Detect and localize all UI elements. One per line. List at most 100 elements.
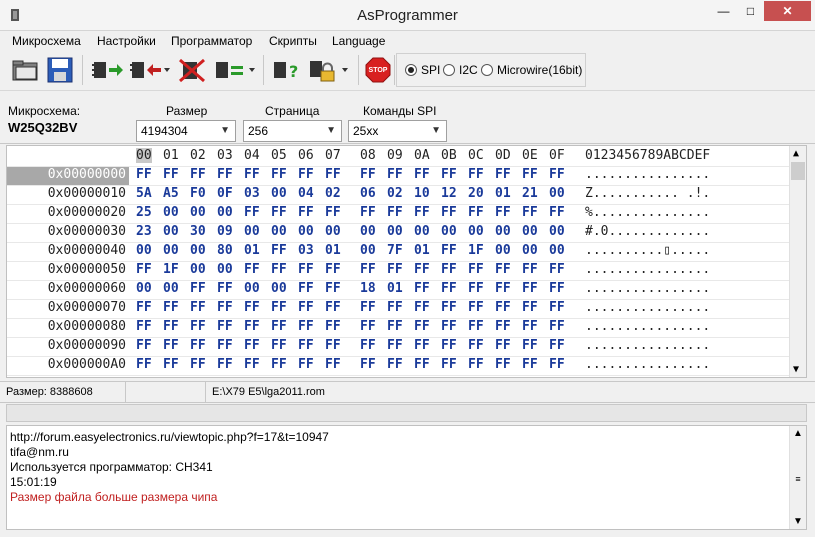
- hex-byte[interactable]: FF: [190, 300, 206, 315]
- hex-byte[interactable]: FF: [387, 300, 403, 315]
- hex-byte[interactable]: FF: [468, 167, 484, 182]
- hex-byte[interactable]: 09: [217, 224, 233, 239]
- ascii-value[interactable]: Z........... .!.: [585, 186, 710, 201]
- hex-byte[interactable]: FF: [360, 357, 376, 372]
- hex-byte[interactable]: FF: [298, 262, 314, 277]
- hex-byte[interactable]: FF: [549, 167, 565, 182]
- hex-byte[interactable]: FF: [495, 281, 511, 296]
- hex-byte[interactable]: 7F: [387, 243, 403, 258]
- hex-byte[interactable]: 01: [244, 243, 260, 258]
- hex-byte[interactable]: FF: [495, 205, 511, 220]
- hex-byte[interactable]: FF: [298, 376, 314, 377]
- hex-byte[interactable]: FF: [441, 243, 457, 258]
- minimize-button[interactable]: —: [710, 1, 737, 21]
- hex-byte[interactable]: 00: [271, 281, 287, 296]
- hex-byte[interactable]: 00: [163, 205, 179, 220]
- menu-programmer[interactable]: Программатор: [171, 34, 252, 48]
- hex-byte[interactable]: FF: [549, 376, 565, 377]
- hex-byte[interactable]: 00: [522, 243, 538, 258]
- hex-byte[interactable]: FF: [190, 376, 206, 377]
- hex-byte[interactable]: 00: [163, 243, 179, 258]
- hex-byte[interactable]: FF: [387, 262, 403, 277]
- hex-byte[interactable]: FF: [495, 376, 511, 377]
- hex-byte[interactable]: FF: [271, 357, 287, 372]
- hex-byte[interactable]: FF: [549, 300, 565, 315]
- hex-byte[interactable]: 00: [217, 262, 233, 277]
- hex-byte[interactable]: 10: [414, 186, 430, 201]
- hex-byte[interactable]: FF: [190, 281, 206, 296]
- hex-byte[interactable]: FF: [522, 262, 538, 277]
- hex-byte[interactable]: FF: [271, 167, 287, 182]
- ascii-value[interactable]: ................: [585, 357, 710, 372]
- hex-byte[interactable]: FF: [217, 281, 233, 296]
- hex-byte[interactable]: 00: [495, 224, 511, 239]
- write-chip-button[interactable]: [128, 55, 172, 85]
- protect-chip-button[interactable]: [306, 55, 352, 85]
- hex-byte[interactable]: FF: [441, 319, 457, 334]
- hex-byte[interactable]: FF: [522, 281, 538, 296]
- ascii-value[interactable]: ................: [585, 338, 710, 353]
- hex-byte[interactable]: A5: [163, 186, 179, 201]
- hex-byte[interactable]: 00: [190, 243, 206, 258]
- hex-byte[interactable]: FF: [522, 319, 538, 334]
- hex-byte[interactable]: FF: [136, 300, 152, 315]
- ascii-value[interactable]: ................: [585, 319, 710, 334]
- hex-byte[interactable]: 00: [244, 224, 260, 239]
- hex-byte[interactable]: FF: [163, 300, 179, 315]
- hex-byte[interactable]: FF: [468, 300, 484, 315]
- read-chip-button[interactable]: [90, 55, 126, 85]
- hex-byte[interactable]: FF: [136, 376, 152, 377]
- hex-byte[interactable]: 00: [217, 205, 233, 220]
- hex-byte[interactable]: FF: [190, 167, 206, 182]
- hex-byte[interactable]: 00: [468, 224, 484, 239]
- hex-byte[interactable]: FF: [414, 281, 430, 296]
- hex-byte[interactable]: FF: [217, 357, 233, 372]
- hex-byte[interactable]: F0: [190, 186, 206, 201]
- hex-byte[interactable]: FF: [271, 243, 287, 258]
- hex-byte[interactable]: 00: [298, 224, 314, 239]
- hex-byte[interactable]: 00: [360, 224, 376, 239]
- hex-byte[interactable]: 02: [325, 186, 341, 201]
- hex-byte[interactable]: FF: [325, 262, 341, 277]
- hex-byte[interactable]: FF: [549, 281, 565, 296]
- radio-microwire[interactable]: Microwire(16bit): [481, 63, 582, 77]
- hex-byte[interactable]: FF: [136, 357, 152, 372]
- hex-scrollbar[interactable]: ▲ ▼: [789, 146, 806, 377]
- hex-byte[interactable]: 00: [271, 186, 287, 201]
- close-button[interactable]: ✕: [764, 1, 811, 21]
- hex-byte[interactable]: FF: [244, 300, 260, 315]
- hex-byte[interactable]: FF: [217, 376, 233, 377]
- hex-byte[interactable]: FF: [190, 338, 206, 353]
- scroll-grip-icon[interactable]: ≡: [791, 470, 805, 488]
- hex-byte[interactable]: FF: [325, 319, 341, 334]
- hex-byte[interactable]: 00: [136, 281, 152, 296]
- hex-byte[interactable]: 00: [325, 224, 341, 239]
- hex-byte[interactable]: FF: [325, 357, 341, 372]
- hex-byte[interactable]: FF: [468, 281, 484, 296]
- hex-byte[interactable]: 0F: [217, 186, 233, 201]
- page-select[interactable]: 256 ▼: [243, 120, 342, 142]
- scroll-up-icon[interactable]: ▲: [793, 148, 799, 159]
- open-file-button[interactable]: [10, 55, 40, 85]
- hex-byte[interactable]: FF: [325, 300, 341, 315]
- hex-byte[interactable]: FF: [360, 300, 376, 315]
- radio-spi[interactable]: SPI: [405, 63, 440, 77]
- hex-byte[interactable]: FF: [414, 167, 430, 182]
- hex-byte[interactable]: FF: [387, 376, 403, 377]
- hex-byte[interactable]: FF: [163, 357, 179, 372]
- hex-byte[interactable]: FF: [441, 376, 457, 377]
- hex-byte[interactable]: 00: [136, 243, 152, 258]
- log-scrollbar[interactable]: ▲ ≡ ▼: [789, 426, 806, 529]
- size-select[interactable]: 4194304 ▼: [136, 120, 236, 142]
- hex-byte[interactable]: FF: [414, 319, 430, 334]
- hex-byte[interactable]: 01: [414, 243, 430, 258]
- hex-byte[interactable]: FF: [136, 262, 152, 277]
- hex-byte[interactable]: FF: [522, 357, 538, 372]
- hex-byte[interactable]: FF: [298, 167, 314, 182]
- hex-byte[interactable]: FF: [136, 319, 152, 334]
- hex-byte[interactable]: 00: [414, 224, 430, 239]
- hex-byte[interactable]: FF: [298, 300, 314, 315]
- hex-byte[interactable]: FF: [495, 338, 511, 353]
- hex-editor[interactable]: 00 01 02 03 04 05 06 07 08 09 0A 0B 0C 0D 0E 0F 01234567…: [6, 145, 807, 378]
- hex-byte[interactable]: FF: [325, 338, 341, 353]
